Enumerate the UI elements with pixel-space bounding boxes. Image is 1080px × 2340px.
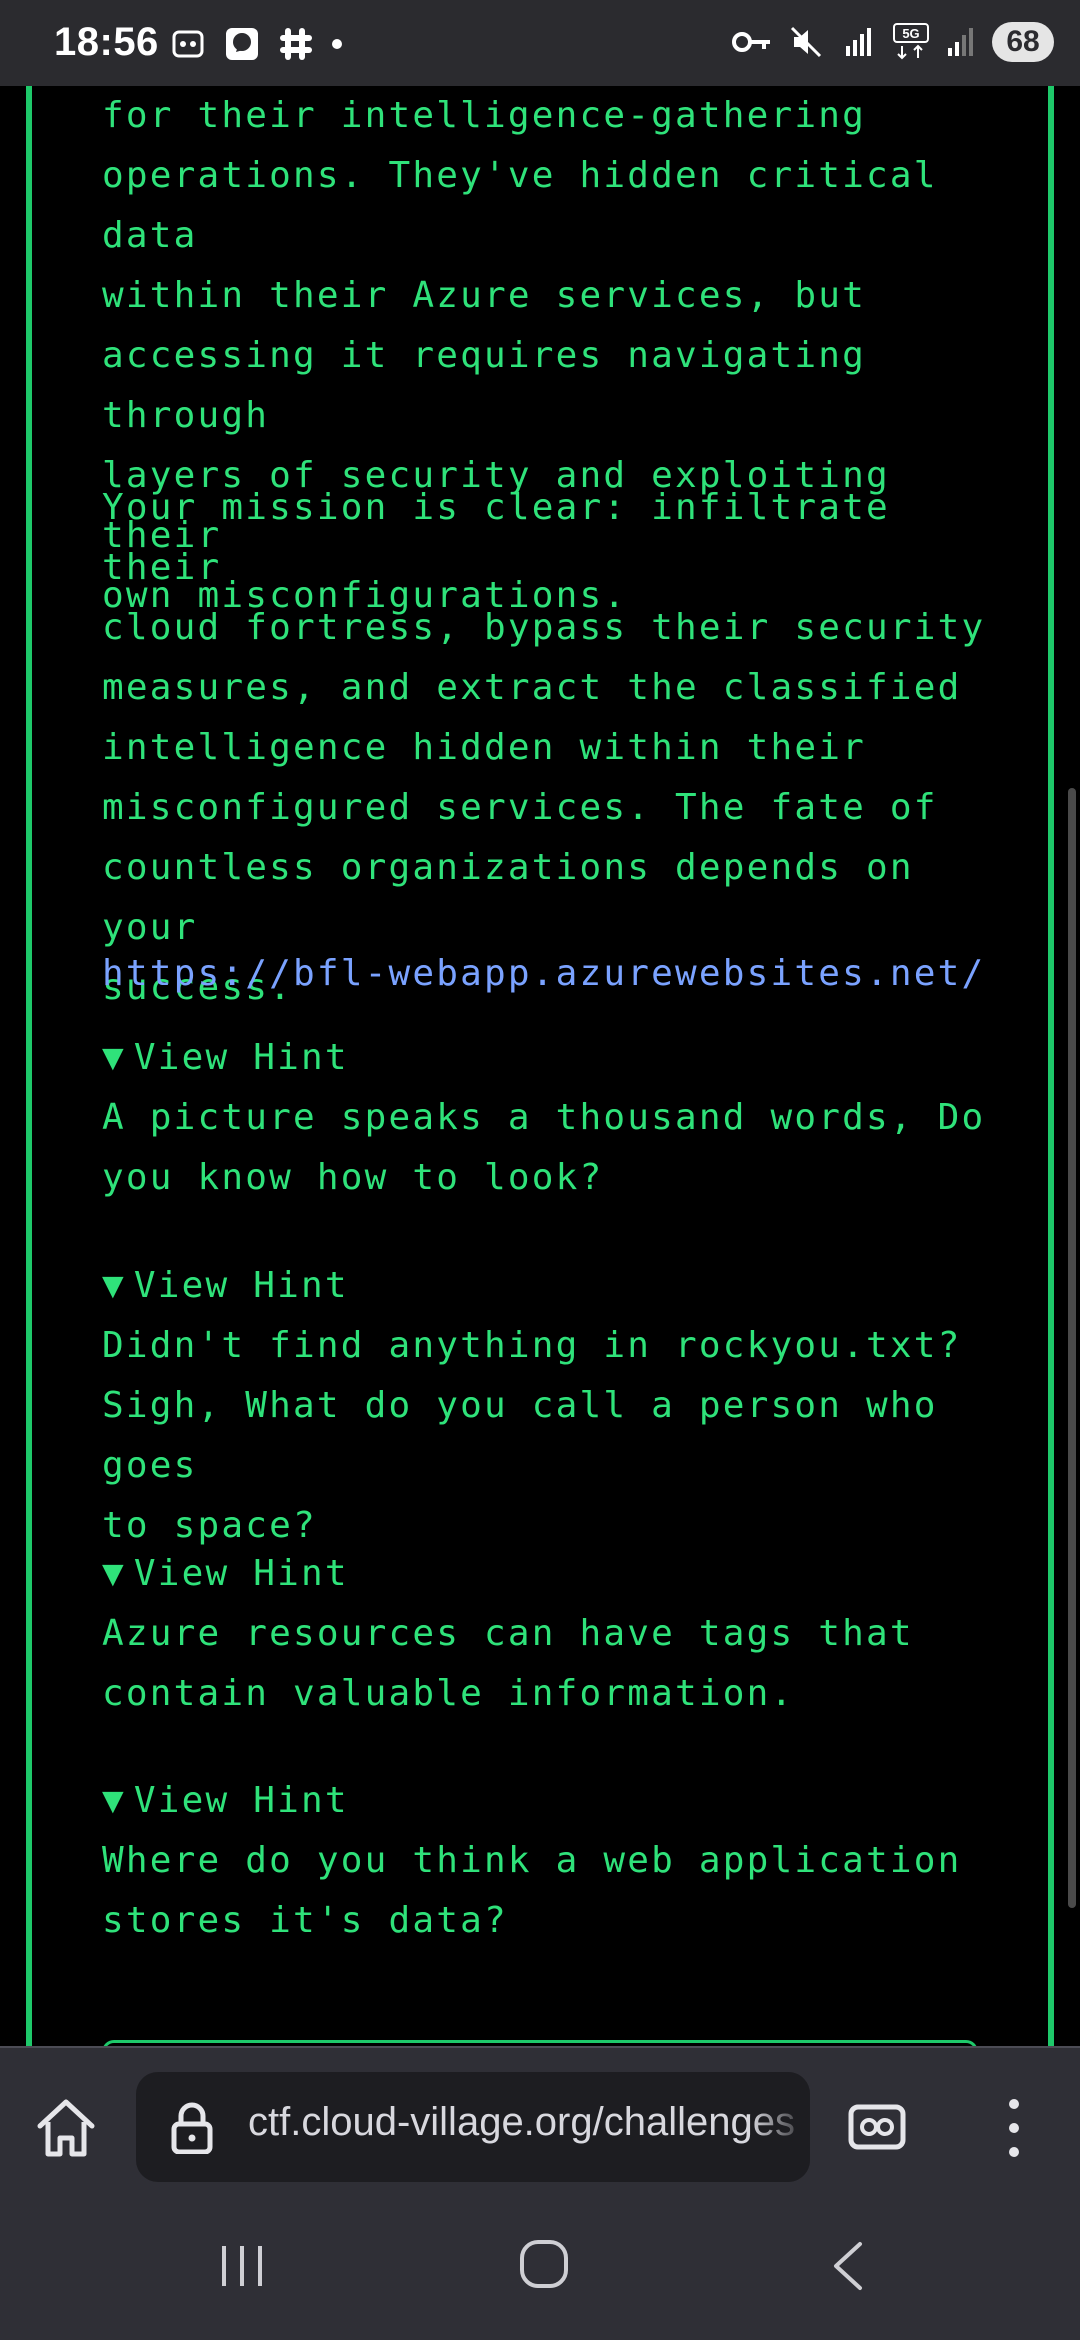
home-icon[interactable] [32, 2094, 100, 2162]
screenshot-icon [172, 30, 204, 58]
system-nav-bar [0, 2196, 1080, 2340]
content-border-left [26, 86, 32, 2046]
text-line: operations. They've hidden critical data [102, 155, 938, 256]
view-hint-toggle[interactable]: ▼ View Hint [102, 1028, 1002, 1088]
hint-text: stores it's data? [102, 1900, 508, 1941]
recents-icon[interactable] [216, 2240, 268, 2292]
disclosure-triangle-icon: ▼ [102, 1780, 126, 1821]
view-hint-label: View Hint [133, 1037, 349, 1078]
hint-text: contain valuable information. [102, 1673, 795, 1714]
url-text[interactable]: ctf.cloud-village.org/challenges [248, 2100, 795, 2145]
text-line: within their Azure services, but [102, 275, 866, 316]
text-line: misconfigured services. The fate of [102, 787, 938, 828]
5g-icon: 5G [893, 23, 929, 60]
view-hint-label: View Hint [133, 1553, 349, 1594]
address-bar[interactable]: ctf.cloud-village.org/challenges [136, 2072, 810, 2182]
challenge-link[interactable]: https://bfl-webapp.azurewebsites.net/ [102, 944, 1002, 1004]
page-scrollbar[interactable] [1068, 788, 1076, 1908]
view-hint-toggle[interactable]: ▼ View Hint [102, 1771, 1002, 1831]
hint-block: ▼ View Hint A picture speaks a thousand w… [102, 1028, 1002, 1208]
mute-icon [790, 26, 822, 58]
disclosure-triangle-icon: ▼ [102, 1265, 126, 1306]
url-fade [750, 2072, 810, 2182]
lock-icon[interactable] [170, 2102, 214, 2154]
private-tab-icon[interactable] [848, 2104, 906, 2150]
browser-toolbar: ctf.cloud-village.org/challenges [0, 2046, 1080, 2198]
status-right-icons: 5G 68 [732, 22, 1054, 62]
view-hint-label: View Hint [133, 1780, 349, 1821]
back-icon[interactable] [828, 2238, 868, 2294]
text-line: measures, and extract the classified [102, 667, 962, 708]
signal-icon [948, 28, 973, 56]
status-left-icons [170, 26, 342, 62]
nav-home-icon[interactable] [518, 2236, 570, 2292]
web-page: for their intelligence-gathering operati… [0, 86, 1080, 2046]
hint-text: Sigh, What do you call a person who goes [102, 1385, 938, 1486]
mission-paragraph: Your mission is clear: infiltrate their … [102, 478, 1002, 1018]
text-line: accessing it requires navigating through [102, 335, 866, 436]
view-hint-toggle[interactable]: ▼ View Hint [102, 1256, 1002, 1316]
disclosure-triangle-icon: ▼ [102, 1037, 126, 1078]
view-hint-toggle[interactable]: ▼ View Hint [102, 1544, 1002, 1604]
content-border-right [1048, 86, 1054, 2046]
hint-block: ▼ View Hint Where do you think a web appl… [102, 1771, 1002, 1951]
hint-text: Azure resources can have tags that [102, 1613, 914, 1654]
messenger-icon [226, 28, 258, 60]
vpn-key-icon [732, 32, 770, 52]
hint-text: to space? [102, 1505, 317, 1546]
disclosure-triangle-icon: ▼ [102, 1553, 126, 1594]
text-line: cloud fortress, bypass their security [102, 607, 986, 648]
signal-r-icon [846, 28, 871, 56]
overflow-menu-icon[interactable] [1004, 2096, 1024, 2160]
text-line: Your mission is clear: infiltrate their [102, 487, 890, 588]
svg-text:5G: 5G [902, 26, 919, 41]
hint-text: Where do you think a web application [102, 1840, 962, 1881]
text-line: intelligence hidden within their [102, 727, 866, 768]
slack-icon [280, 28, 312, 60]
hint-text: you know how to look? [102, 1157, 604, 1198]
hint-text: A picture speaks a thousand words, Do [102, 1097, 986, 1138]
status-time: 18:56 [54, 20, 159, 64]
text-line: countless organizations depends on your [102, 847, 914, 948]
status-bar: 18:56 5G 68 [0, 0, 1080, 86]
hint-text: Didn't find anything in rockyou.txt? [102, 1325, 962, 1366]
dot-icon [332, 39, 342, 49]
battery-indicator: 68 [992, 22, 1054, 62]
hint-block: ▼ View Hint Azure resources can have tags… [102, 1544, 1002, 1724]
text-line: for their intelligence-gathering [102, 95, 866, 136]
view-hint-label: View Hint [133, 1265, 349, 1306]
hint-block: ▼ View Hint Didn't find anything in rocky… [102, 1256, 1002, 1556]
